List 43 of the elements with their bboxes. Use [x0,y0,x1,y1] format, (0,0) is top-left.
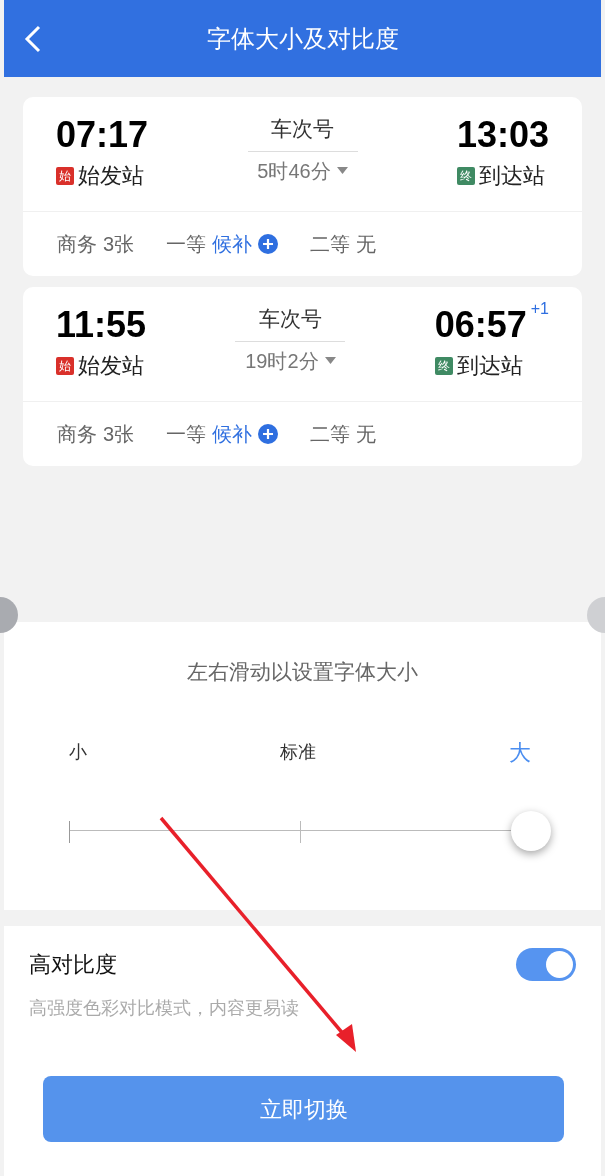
contrast-toggle[interactable] [516,948,576,981]
seat-availability: 3张 [103,422,135,447]
departure-time: 11:55 [56,303,147,347]
seat-class: 二等 [310,422,351,447]
slider-hint: 左右滑动以设置字体大小 [187,659,418,685]
origin-tag: 始 [56,166,74,185]
seat-availability: 无 [356,232,377,257]
size-stop-label[interactable]: 小 [68,738,87,766]
seat-availability: 3张 [103,232,135,257]
train-card[interactable]: 07:17 始 始发站 车次号 5时46分 13:03 终 到达站 商务 3张 一等 候补 二等 无 [23,97,582,276]
seat-class: 一等 [166,232,207,257]
arrival-station: 到达站 [456,352,523,380]
contrast-description: 高强度色彩对比模式，内容更易读 [29,997,300,1020]
plus-icon[interactable] [258,424,279,444]
arrival-station: 到达站 [478,162,545,190]
seat-class: 商务 [57,232,97,257]
page-title: 字体大小及对比度 [206,23,399,54]
seat-class: 二等 [310,232,351,257]
duration: 19时2分 [245,348,319,374]
departure-time: 07:17 [56,113,149,157]
train-number: 车次号 [247,113,358,152]
contrast-title: 高对比度 [29,951,117,979]
slider-thumb[interactable] [510,810,551,851]
size-stop-label[interactable]: 标准 [279,738,316,766]
arrival-time: 13:03 [456,113,549,157]
departure-station: 始发站 [78,162,144,190]
waitlist-link[interactable]: 候补 [212,229,253,259]
plus-icon[interactable] [258,234,279,254]
origin-tag: 始 [56,356,74,375]
train-number: 车次号 [235,303,346,342]
terminal-tag: 终 [434,356,453,375]
seat-availability: 无 [356,422,377,447]
back-icon[interactable] [24,24,42,53]
seat-class: 商务 [57,422,97,447]
waitlist-link[interactable]: 候补 [212,419,253,449]
departure-station: 始发站 [78,352,144,380]
dropdown-caret-icon[interactable] [336,167,348,174]
terminal-tag: 终 [456,166,475,185]
arrival-time: 06:57 [434,303,527,347]
duration: 5时46分 [257,158,331,184]
day-offset: +1 [530,299,549,319]
seat-class: 一等 [166,422,207,447]
dropdown-caret-icon[interactable] [324,357,336,364]
